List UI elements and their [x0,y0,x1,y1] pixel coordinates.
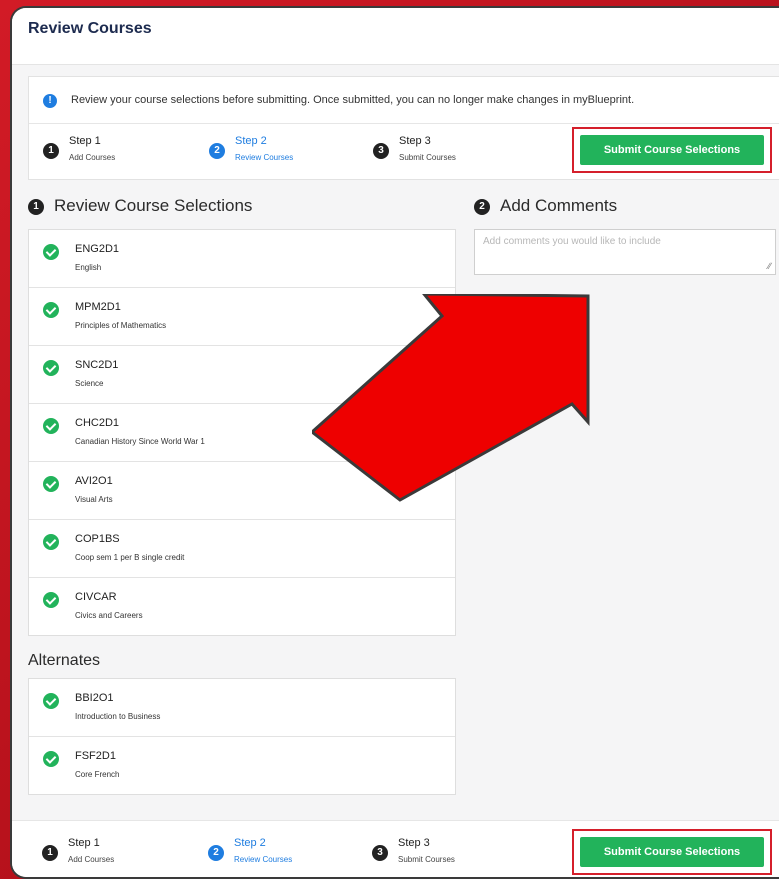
step-3-number: 3 [372,845,388,861]
alternates-list: BBI2O1 Introduction to Business FSF2D1 C… [28,678,456,795]
course-code: FSF2D1 [75,750,116,762]
red-arrow-icon [312,294,590,502]
course-item: CIVCAR Civics and Careers [29,578,455,635]
course-name: Core French [75,770,120,779]
step-3-label: Step 3 [398,837,430,849]
course-code: AVI2O1 [75,475,113,487]
check-circle-icon [43,592,59,608]
info-card: ! Review your course selections before s… [28,76,779,180]
course-name: Science [75,379,104,388]
check-circle-icon [43,418,59,434]
submit-highlight-top: Submit Course Selections [572,127,772,173]
course-item: COP1BS Coop sem 1 per B single credit [29,520,455,578]
check-circle-icon [43,244,59,260]
step-1-number: 1 [43,143,59,159]
step-2-number: 2 [209,143,225,159]
comments-textarea[interactable]: Add comments you would like to include ∕… [474,229,776,275]
submit-course-selections-button[interactable]: Submit Course Selections [580,135,764,165]
course-code: SNC2D1 [75,359,119,371]
step-3-number: 3 [373,143,389,159]
step-1-sub: Add Courses [68,855,115,864]
course-item: BBI2O1 Introduction to Business [29,679,455,737]
course-name: Principles of Mathematics [75,321,167,330]
check-circle-icon [43,476,59,492]
course-code: CHC2D1 [75,417,120,429]
course-code: MPM2D1 [75,301,121,313]
step-1-label: Step 1 [69,135,101,147]
submit-highlight-bottom: Submit Course Selections [572,829,772,875]
course-name: Coop sem 1 per B single credit [75,553,185,562]
step-1-sub: Add Courses [69,153,116,162]
course-code: COP1BS [75,533,120,545]
title-bar: Review Courses [12,8,779,65]
check-circle-icon [43,751,59,767]
course-code: ENG2D1 [75,243,120,255]
comments-section-title: 2 Add Comments [474,196,617,216]
info-banner: ! Review your course selections before s… [29,77,779,124]
bottom-stepper-bar: 1 Step 1 Add Courses 2 Step 2 Review Cou… [12,820,779,877]
review-section-number: 1 [28,199,44,215]
check-circle-icon [43,302,59,318]
course-name: Civics and Careers [75,611,143,620]
alternates-title: Alternates [28,652,101,669]
step-2-label: Step 2 [234,837,266,849]
course-name: Canadian History Since World War 1 [75,437,205,446]
comments-placeholder: Add comments you would like to include [483,236,661,247]
review-section-title: 1 Review Course Selections [28,196,252,216]
step-2-sub: Review Courses [235,153,294,162]
course-code: CIVCAR [75,591,117,603]
step-3-label: Step 3 [399,135,431,147]
step-2-sub: Review Courses [234,855,293,864]
comments-section-number: 2 [474,199,490,215]
stepper-top: 1 Step 1 Add Courses 2 Step 2 Review Cou… [29,123,569,179]
step-2-label: Step 2 [235,135,267,147]
check-circle-icon [43,360,59,376]
comments-section-label: Add Comments [500,196,618,215]
red-arrow-shape [312,294,590,502]
course-name: Introduction to Business [75,712,161,721]
course-item: FSF2D1 Core French [29,737,455,794]
step-1-label: Step 1 [68,837,100,849]
step-3-sub: Submit Courses [398,855,455,864]
review-panel: Review Courses ! Review your course sele… [10,6,779,879]
step-2-number: 2 [208,845,224,861]
review-section-label: Review Course Selections [54,196,253,215]
step-3-sub: Submit Courses [399,153,456,162]
step-1-number: 1 [42,845,58,861]
info-message: Review your course selections before sub… [71,94,635,106]
check-circle-icon [43,693,59,709]
resize-handle-icon[interactable]: ∕∕ [768,261,771,271]
course-code: BBI2O1 [75,692,114,704]
submit-course-selections-button[interactable]: Submit Course Selections [580,837,764,867]
course-name: English [75,263,102,272]
check-circle-icon [43,534,59,550]
page-title: Review Courses [28,20,152,37]
course-item: ENG2D1 English [29,230,455,288]
stepper-bottom: 1 Step 1 Add Courses 2 Step 2 Review Cou… [12,825,552,877]
info-icon: ! [43,94,57,108]
course-name: Visual Arts [75,495,113,504]
